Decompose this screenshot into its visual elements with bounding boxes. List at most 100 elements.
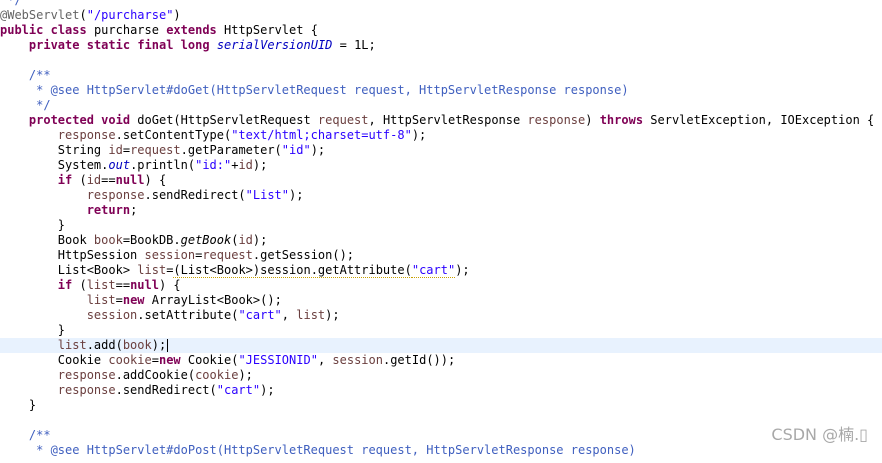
code-token: ,: [281, 308, 297, 322]
code-token: (: [79, 8, 87, 22]
code-token: response: [527, 113, 586, 127]
code-line[interactable]: * @see HttpServlet#doPost(HttpServletReq…: [0, 443, 882, 458]
code-line[interactable]: list=new ArrayList<Book>();: [0, 293, 882, 308]
code-line[interactable]: */: [0, 98, 882, 113]
code-token: );: [238, 368, 253, 382]
code-token: .getId());: [382, 353, 456, 367]
code-line[interactable]: response.setContentType("text/html;chars…: [0, 128, 882, 143]
code-line[interactable]: * @see HttpServlet#doGet(HttpServletRequ…: [0, 83, 882, 98]
code-token: List<Book>: [0, 263, 138, 277]
code-token: */: [0, 0, 22, 7]
code-token: id: [86, 173, 102, 187]
code-token: );: [325, 308, 340, 322]
code-token: String: [0, 143, 109, 157]
code-line[interactable]: if (list==null) {: [0, 278, 882, 293]
code-token: );: [411, 128, 427, 142]
code-token: }: [0, 323, 66, 337]
code-token: =BookDB.: [122, 233, 181, 247]
code-token: .sendRedirect(: [115, 383, 217, 397]
code-line[interactable]: List<Book> list=(List<Book>)session.getA…: [0, 263, 882, 278]
code-token: id: [108, 143, 123, 157]
code-line[interactable]: }: [0, 323, 882, 338]
code-token: final: [137, 38, 174, 52]
code-line[interactable]: @WebServlet("/purcharse"): [0, 8, 882, 23]
code-token: new: [122, 293, 145, 307]
code-token: "JESSIONID": [238, 353, 318, 367]
code-token: .addCookie(: [115, 368, 196, 382]
code-line[interactable]: /**: [0, 68, 882, 83]
code-line[interactable]: response.addCookie(cookie);: [0, 368, 882, 383]
code-line[interactable]: }: [0, 218, 882, 233]
code-token: session: [332, 353, 383, 367]
code-token: getBook: [180, 233, 232, 247]
code-line[interactable]: session.setAttribute("cart", list);: [0, 308, 882, 323]
code-editor[interactable]: */@WebServlet("/purcharse") public class …: [0, 0, 882, 463]
code-line[interactable]: if (id==null) {: [0, 173, 882, 188]
code-token: HttpServlet {: [216, 23, 318, 37]
code-token: "id": [281, 143, 311, 157]
code-line[interactable]: return;: [0, 203, 882, 218]
code-token: );: [151, 338, 167, 352]
code-token: out: [108, 158, 131, 172]
code-token: cookie: [195, 368, 239, 382]
code-token: if: [57, 173, 73, 187]
code-token: "cart": [411, 263, 456, 278]
code-token: extends: [166, 23, 217, 37]
code-line[interactable]: HttpSession session=request.getSession()…: [0, 248, 882, 263]
code-token: .getParameter(: [180, 143, 282, 157]
code-line[interactable]: String id=request.getParameter("id");: [0, 143, 882, 158]
code-token: ) {: [144, 173, 167, 187]
code-token: "List": [245, 188, 290, 202]
code-token: null: [130, 278, 159, 292]
code-line[interactable]: protected void doGet(HttpServletRequest …: [0, 113, 882, 128]
code-token: class: [50, 23, 87, 37]
code-line[interactable]: response.sendRedirect("List");: [0, 188, 882, 203]
code-line[interactable]: [0, 53, 882, 68]
code-token: );: [252, 158, 268, 172]
code-token: =: [115, 293, 123, 307]
code-line[interactable]: response.sendRedirect("cart");: [0, 383, 882, 398]
code-token: Cookie(: [180, 353, 239, 367]
code-token: book: [93, 233, 123, 247]
code-token: null: [115, 173, 145, 187]
code-token: (: [72, 278, 87, 292]
code-line[interactable]: list.add(book);: [0, 338, 882, 353]
code-token: cookie: [108, 353, 152, 367]
code-line[interactable]: */: [0, 0, 882, 8]
code-token: );: [289, 188, 304, 202]
code-token: .setAttribute(: [137, 308, 239, 322]
code-token: new: [158, 353, 181, 367]
code-line[interactable]: Cookie cookie=new Cookie("JESSIONID", se…: [0, 353, 882, 368]
code-token: );: [455, 263, 470, 277]
code-token: "text/html;charset=utf-8": [231, 128, 412, 142]
code-line[interactable]: Book book=BookDB.getBook(id);: [0, 233, 882, 248]
code-line[interactable]: System.out.println("id:"+id);: [0, 158, 882, 173]
code-token: request: [202, 248, 253, 262]
code-token: response: [57, 128, 116, 142]
code-line[interactable]: public class purcharse extends HttpServl…: [0, 23, 882, 38]
code-token: * @see HttpServlet#doPost(HttpServletReq…: [0, 443, 636, 457]
code-token: ): [585, 113, 600, 127]
code-token: Book: [0, 233, 94, 247]
code-token: static: [86, 38, 131, 52]
code-token: public: [0, 23, 44, 37]
code-token: }: [0, 218, 66, 232]
code-line[interactable]: }: [0, 398, 882, 413]
code-token: if: [57, 278, 73, 292]
code-line[interactable]: /**: [0, 428, 882, 443]
code-token: ==: [115, 278, 131, 292]
code-token: .println(: [130, 158, 196, 172]
code-token: ServletException, IOException {: [643, 113, 875, 127]
code-line[interactable]: [0, 413, 882, 428]
code-token: "cart": [216, 383, 261, 397]
code-token: .setContentType(: [115, 128, 232, 142]
code-line[interactable]: private static final long serialVersionU…: [0, 38, 882, 53]
